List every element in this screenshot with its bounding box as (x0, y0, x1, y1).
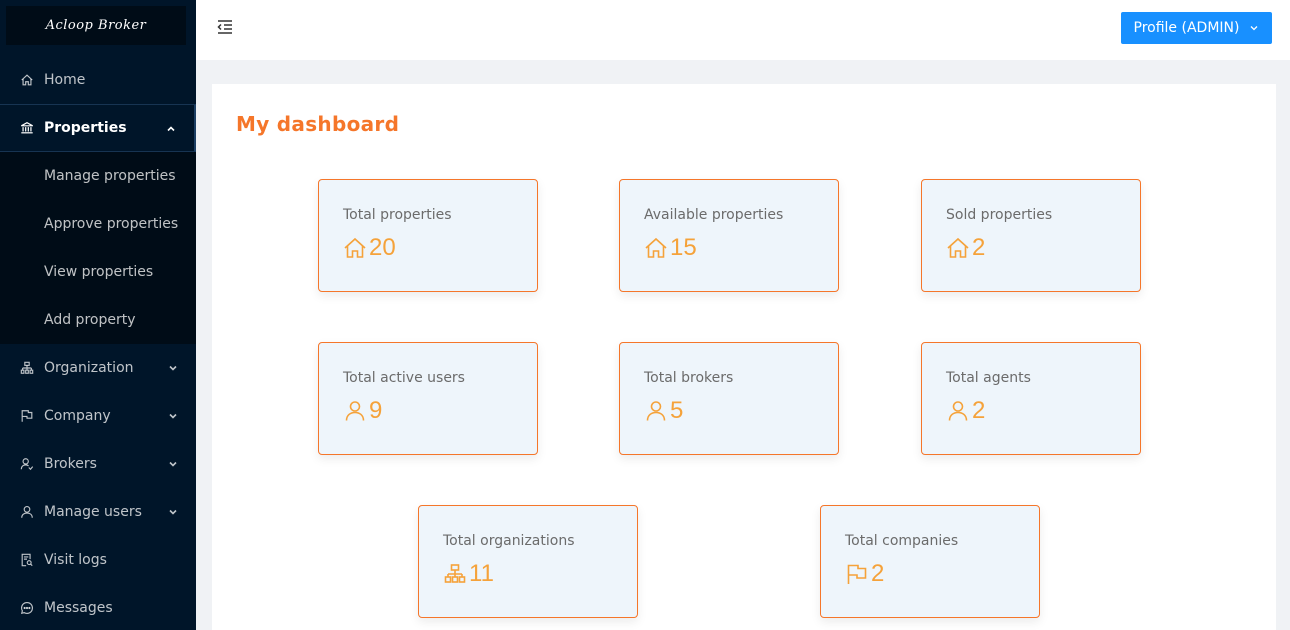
stat-card-available-properties: Available properties 15 (619, 179, 839, 292)
flag-icon (20, 409, 34, 423)
menu-fold-icon[interactable] (216, 18, 234, 36)
profile-dropdown-button[interactable]: Profile (ADMIN) (1121, 12, 1272, 44)
stat-card-total-brokers: Total brokers 5 (619, 342, 839, 455)
sidebar-item-label: Properties (44, 120, 127, 136)
sidebar-item-messages[interactable]: Messages (0, 584, 196, 630)
sidebar-item-label: Messages (44, 600, 113, 616)
home-icon (946, 236, 970, 260)
stat-card-total-properties: Total properties 20 (318, 179, 538, 292)
message-icon (20, 601, 34, 615)
sidebar-item-brokers[interactable]: Brokers (0, 440, 196, 488)
stat-card-label: Total companies (845, 533, 959, 549)
chevron-down-icon (169, 461, 177, 467)
chevron-down-icon (169, 413, 177, 419)
sidebar-item-visit-logs[interactable]: Visit logs (0, 536, 196, 584)
sidebar-item-label: Brokers (44, 456, 97, 472)
home-icon (343, 236, 367, 260)
home-icon (20, 73, 34, 87)
apartment-icon (443, 562, 467, 586)
stat-card-value: 20 (369, 234, 396, 261)
sidebar-item-properties[interactable]: Properties (0, 104, 196, 152)
user-icon (20, 505, 34, 519)
stat-card-label: Total agents (946, 370, 1031, 386)
user-switch-icon (20, 457, 34, 471)
sidebar-item-home[interactable]: Home (0, 56, 196, 104)
sidebar-subitem-label: Add property (44, 312, 136, 328)
flag-icon (845, 562, 869, 586)
sidebar-item-organization[interactable]: Organization (0, 344, 196, 392)
logo-text: Acloop Broker (45, 18, 147, 33)
sidebar-item-manage-users[interactable]: Manage users (0, 488, 196, 536)
stat-card-total-organizations: Total organizations 11 (418, 505, 638, 618)
dashboard-content: My dashboard Total properties 20 Availab… (212, 84, 1276, 630)
stat-card-value: 5 (670, 397, 684, 424)
sidebar-subitem-label: Manage properties (44, 168, 176, 184)
chevron-up-icon (167, 126, 175, 132)
top-header: Profile (ADMIN) (196, 0, 1290, 60)
user-icon (644, 399, 668, 423)
stat-card-value: 2 (871, 560, 885, 587)
sidebar-subitem-label: View properties (44, 264, 154, 280)
stat-card-value: 11 (469, 560, 494, 587)
sidebar-item-label: Home (44, 72, 86, 88)
properties-submenu: Manage properties Approve properties Vie… (0, 152, 196, 344)
sidebar: Acloop Broker Home Properties Manage pro… (0, 0, 196, 630)
stat-card-label: Sold properties (946, 207, 1053, 223)
chevron-down-icon (1251, 26, 1258, 31)
stat-card-value: 15 (670, 234, 697, 261)
stat-card-value: 2 (972, 397, 986, 424)
stat-card-total-active-users: Total active users 9 (318, 342, 538, 455)
stat-card-label: Total properties (343, 207, 452, 223)
sidebar-subitem-approve-properties[interactable]: Approve properties (0, 200, 196, 248)
profile-button-label: Profile (ADMIN) (1133, 20, 1240, 36)
stat-card-label: Available properties (644, 207, 784, 223)
apartment-icon (20, 361, 34, 375)
sidebar-item-label: Company (44, 408, 111, 424)
page-title: My dashboard (236, 112, 400, 136)
stat-card-sold-properties: Sold properties 2 (921, 179, 1141, 292)
stat-card-value: 2 (972, 234, 986, 261)
stat-card-total-agents: Total agents 2 (921, 342, 1141, 455)
stat-card-label: Total brokers (644, 370, 734, 386)
user-icon (946, 399, 970, 423)
logo[interactable]: Acloop Broker (6, 6, 186, 45)
bank-icon (20, 121, 34, 135)
sidebar-item-label: Visit logs (44, 552, 107, 568)
sidebar-subitem-add-property[interactable]: Add property (0, 296, 196, 344)
stat-card-total-companies: Total companies 2 (820, 505, 1040, 618)
home-icon (644, 236, 668, 260)
sidebar-subitem-manage-properties[interactable]: Manage properties (0, 152, 196, 200)
chevron-down-icon (169, 509, 177, 515)
sidebar-item-label: Organization (44, 360, 134, 376)
user-icon (343, 399, 367, 423)
sidebar-subitem-label: Approve properties (44, 216, 179, 232)
sidebar-menu: Home Properties Manage properties Approv… (0, 56, 196, 630)
stat-card-label: Total active users (343, 370, 465, 386)
sidebar-subitem-view-properties[interactable]: View properties (0, 248, 196, 296)
chevron-down-icon (169, 365, 177, 371)
sidebar-item-label: Manage users (44, 504, 142, 520)
file-search-icon (20, 553, 34, 567)
stat-card-value: 9 (369, 397, 383, 424)
stat-card-label: Total organizations (443, 533, 575, 549)
sidebar-item-company[interactable]: Company (0, 392, 196, 440)
